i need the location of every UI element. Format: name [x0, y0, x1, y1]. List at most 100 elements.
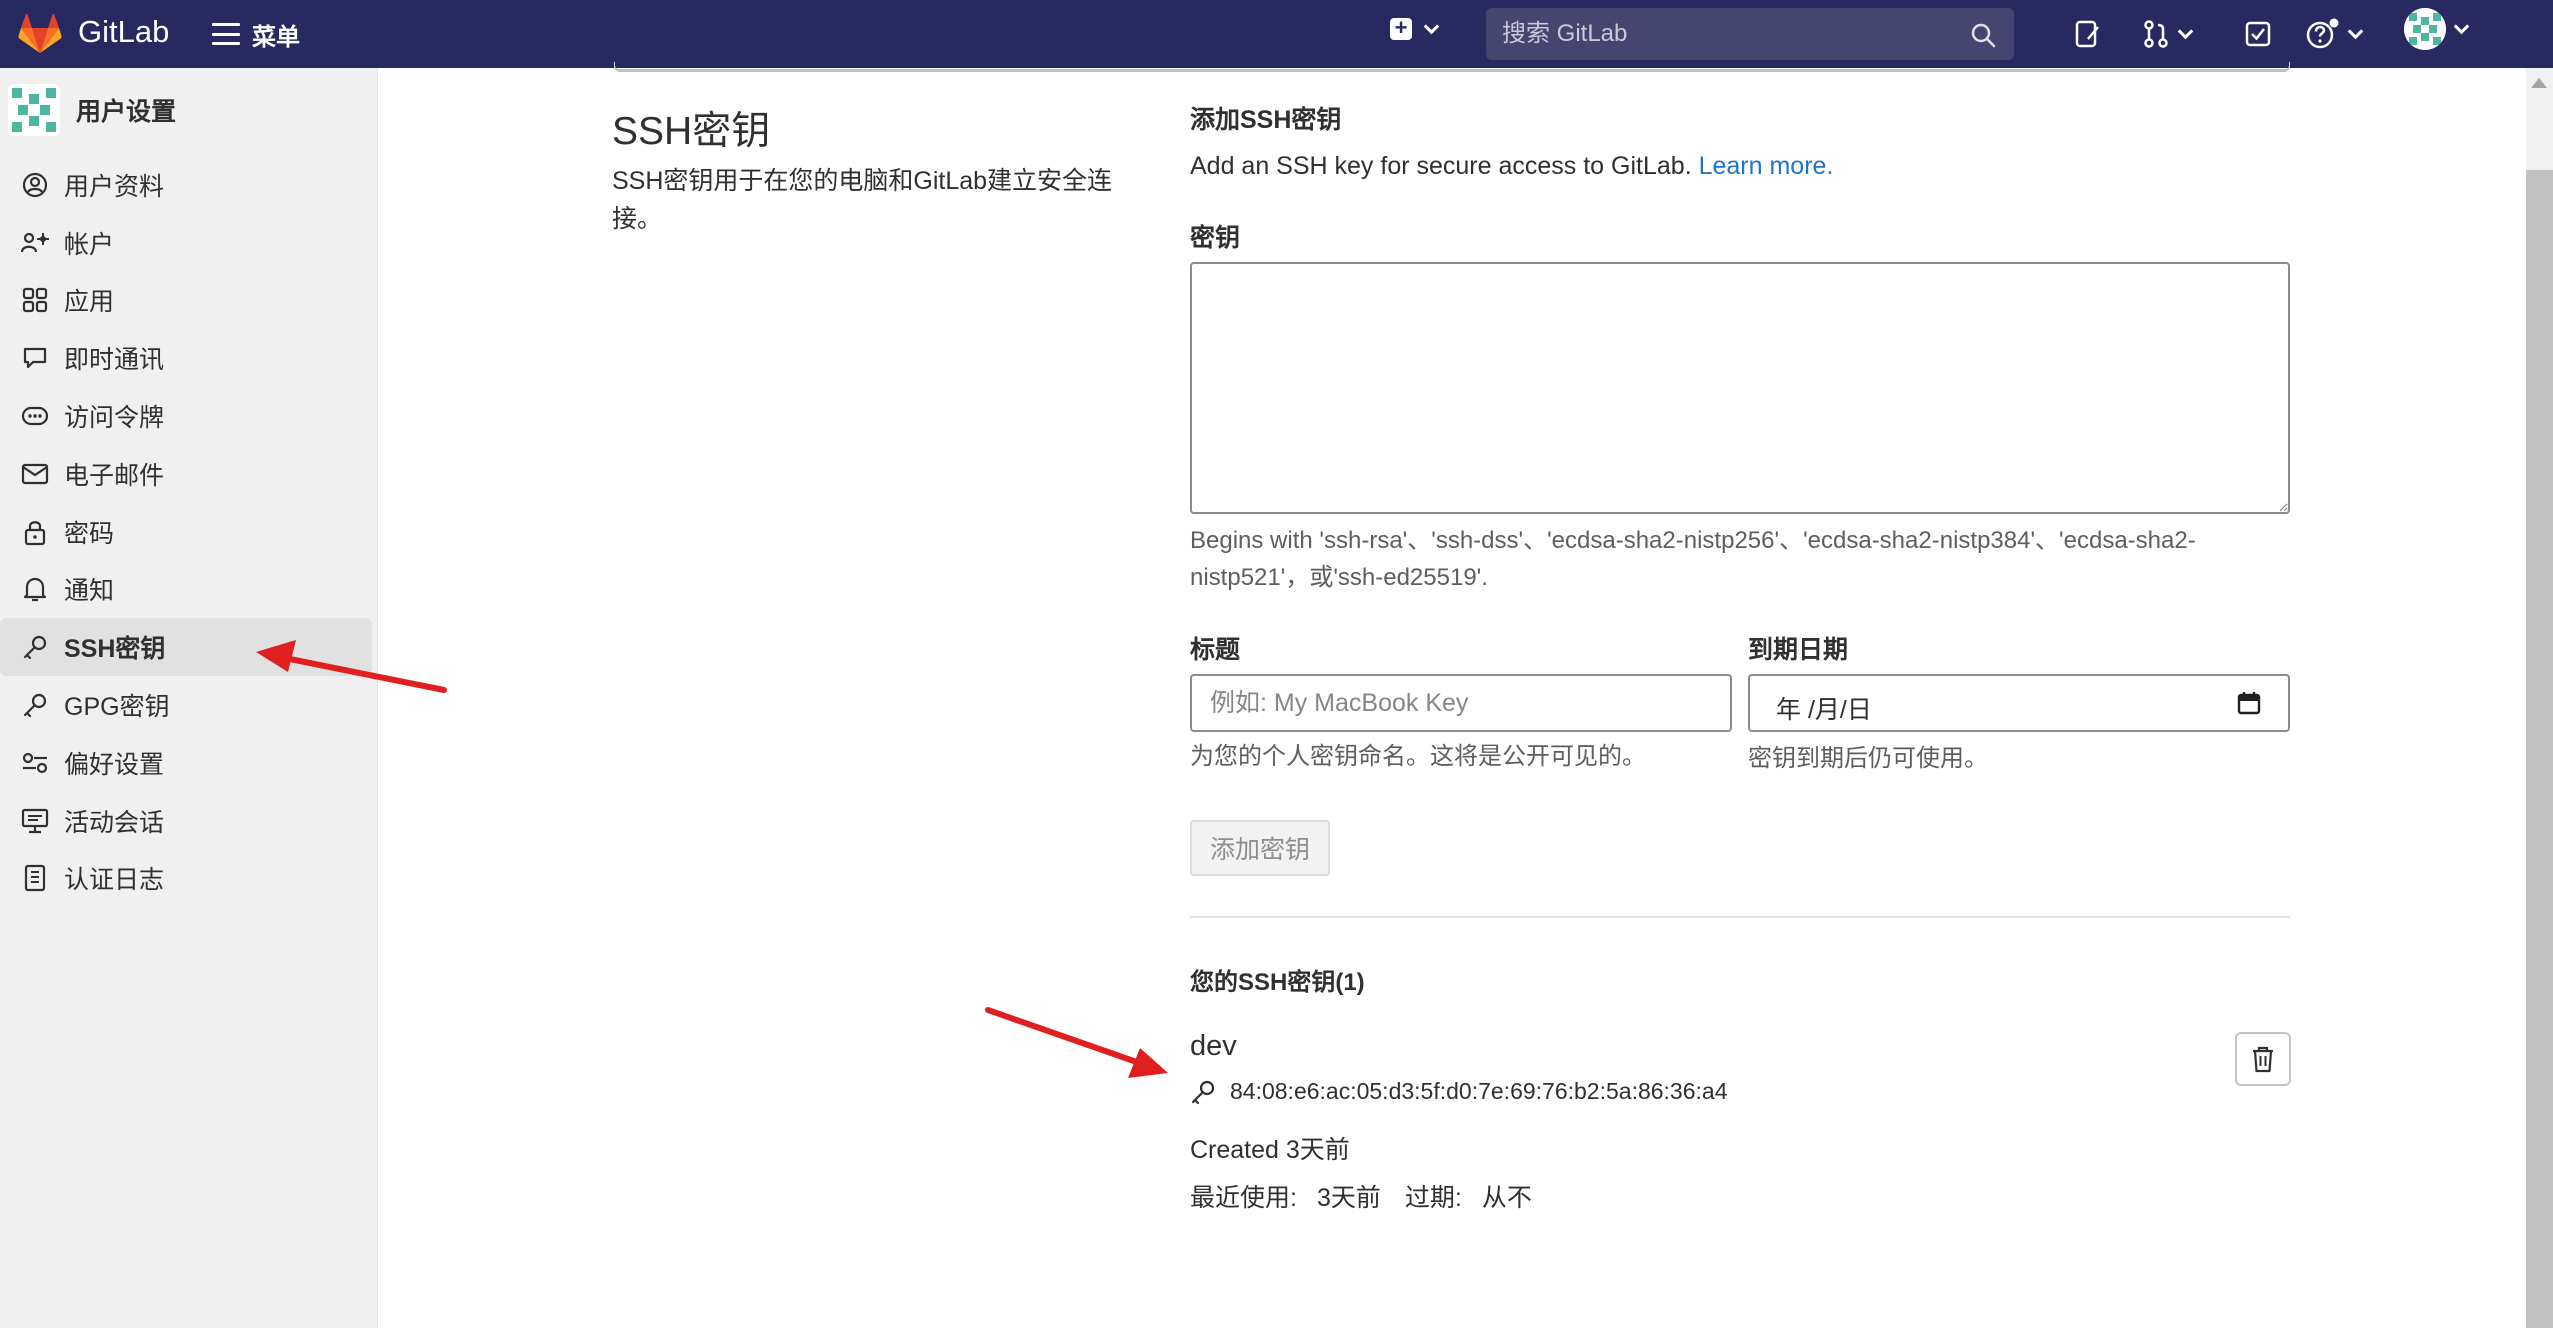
sidebar-item-account[interactable]: 帐户 [0, 214, 378, 272]
chat-icon [20, 343, 50, 373]
ssh-key-created: Created 3天前 [1190, 1136, 1350, 1164]
lock-icon [20, 517, 50, 547]
page-scrollbar-thumb[interactable] [2526, 170, 2553, 1328]
ssh-key-usage-row: 最近使用: 3天前 过期: 从不 [1190, 1178, 1532, 1214]
avatar [8, 84, 60, 136]
last-used-label: 最近使用: [1190, 1184, 1297, 1212]
merge-requests-button[interactable] [2142, 18, 2194, 50]
add-key-button[interactable]: 添加密钥 [1190, 820, 1330, 876]
sidebar-title: 用户设置 [76, 98, 177, 126]
key-icon [20, 690, 50, 720]
last-used-value: 3天前 [1316, 1184, 1381, 1212]
help-question-icon [2306, 18, 2339, 49]
sidebar-item-label: 通知 [64, 577, 115, 606]
title-input[interactable] [1192, 676, 1730, 730]
annotation-arrows [256, 640, 1168, 1078]
sidebar-item-label: 应用 [64, 288, 115, 317]
key-icon [20, 632, 50, 662]
settings-sidebar: 用户设置 用户资料 帐户 应用 即时通讯 访问令牌 电子邮件 密码 通知 SSH… [0, 68, 378, 1328]
sidebar-item-label: 即时通讯 [64, 346, 165, 375]
title-field[interactable] [1190, 674, 1732, 732]
user-menu-button[interactable] [2404, 8, 2470, 50]
title-help-text: 为您的个人密钥命名。这将是公开可见的。 [1190, 743, 1646, 770]
merge-request-icon [2144, 20, 2168, 48]
chevron-down-icon [1423, 18, 1440, 34]
sidebar-item-chat[interactable]: 即时通讯 [0, 329, 378, 387]
sidebar-item-active-sessions[interactable]: 活动会话 [0, 792, 378, 850]
menu-label: 菜单 [252, 23, 300, 51]
todo-check-icon [2245, 21, 2271, 47]
sidebar-item-label: GPG密钥 [64, 693, 170, 722]
sidebar-item-notifications[interactable]: 通知 [0, 561, 378, 619]
gitlab-ssh-keys-page: { "navbar": { "brand": "GitLab", "menu_l… [0, 0, 2553, 1328]
sidebar-nav: 用户资料 帐户 应用 即时通讯 访问令牌 电子邮件 密码 通知 SSH密钥 GP… [0, 156, 378, 907]
sidebar-item-access-tokens[interactable]: 访问令牌 [0, 387, 378, 445]
expiry-date-field[interactable]: 年 /月/日 [1748, 674, 2290, 732]
learn-more-link[interactable]: Learn more. [1699, 152, 1834, 180]
sidebar-item-label: 帐户 [64, 230, 115, 259]
monitor-icon [20, 806, 50, 836]
key-label: 密钥 [1190, 224, 1241, 252]
intro-text: Add an SSH key for secure access to GitL… [1190, 152, 1692, 180]
sidebar-item-gpg-keys[interactable]: GPG密钥 [0, 676, 378, 734]
search-box[interactable] [1486, 8, 2014, 60]
sidebar-item-ssh-keys[interactable]: SSH密钥 [0, 618, 372, 677]
annotation-arrow-key [985, 1007, 1168, 1078]
sidebar-item-password[interactable]: 密码 [0, 503, 378, 561]
sidebar-item-applications[interactable]: 应用 [0, 272, 378, 330]
page-description: SSH密钥用于在您的电脑和GitLab建立安全连接。 [612, 167, 1113, 233]
sidebar-item-auth-log[interactable]: 认证日志 [0, 850, 378, 908]
account-icon [20, 228, 50, 258]
calendar-icon[interactable] [2236, 690, 2262, 716]
sidebar-item-label: SSH密钥 [64, 635, 166, 664]
sidebar-item-label: 认证日志 [64, 866, 165, 895]
sidebar-item-label: 电子邮件 [64, 461, 165, 490]
chevron-down-icon [2453, 18, 2470, 34]
new-dropdown-button[interactable]: + [1390, 17, 1440, 40]
your-keys-heading: 您的SSH密钥(1) [1190, 969, 1365, 996]
mail-icon [20, 459, 50, 489]
menu-button[interactable]: 菜单 [212, 16, 300, 52]
chevron-down-icon [2177, 23, 2194, 39]
add-key-heading: 添加SSH密钥 [1190, 106, 1342, 134]
sidebar-header[interactable]: 用户设置 [8, 84, 176, 136]
sidebar-item-label: 用户资料 [64, 172, 165, 201]
key-help-text: Begins with 'ssh-rsa'、'ssh-dss'、'ecdsa-s… [1190, 522, 2300, 596]
sidebar-item-label: 偏好设置 [64, 750, 165, 779]
search-input[interactable] [1486, 8, 2014, 60]
page-title: SSH密钥 [612, 110, 771, 153]
top-navbar: GitLab 菜单 + [0, 0, 2553, 68]
key-textarea[interactable] [1190, 262, 2290, 514]
expiry-label: 到期日期 [1748, 636, 1849, 664]
expires-label: 过期: [1404, 1184, 1462, 1212]
ssh-key-name[interactable]: dev [1190, 1030, 1237, 1063]
help-button[interactable] [2306, 18, 2364, 50]
delete-key-button[interactable] [2235, 1032, 2291, 1086]
issues-button[interactable] [2074, 18, 2102, 50]
todos-button[interactable] [2244, 18, 2272, 50]
hamburger-icon [212, 23, 240, 45]
token-icon [20, 401, 50, 431]
issues-icon [2075, 20, 2099, 48]
gitlab-logo-icon[interactable] [18, 13, 62, 55]
profile-icon [20, 170, 50, 200]
plus-square-icon: + [1390, 17, 1412, 40]
sidebar-item-preferences[interactable]: 偏好设置 [0, 734, 378, 792]
section-divider [1190, 916, 2290, 918]
expiry-help-text: 密钥到期后仍可使用。 [1748, 745, 1988, 772]
avatar [2404, 8, 2446, 50]
scroll-up-arrow-icon[interactable] [2531, 78, 2547, 88]
previous-section-edge [614, 62, 2290, 72]
sidebar-item-emails[interactable]: 电子邮件 [0, 445, 378, 503]
trash-icon [2253, 1046, 2273, 1073]
sidebar-item-profile[interactable]: 用户资料 [0, 156, 378, 214]
preferences-icon [20, 748, 50, 778]
expires-value: 从不 [1481, 1184, 1532, 1212]
key-help-line-1: Begins with 'ssh-rsa'、'ssh-dss'、'ecdsa-s… [1190, 527, 2196, 554]
chevron-down-icon [2347, 23, 2364, 39]
bell-icon [20, 574, 50, 604]
sidebar-item-label: 活动会话 [64, 808, 165, 837]
sidebar-item-label: 密码 [64, 519, 115, 548]
brand-name[interactable]: GitLab [78, 14, 169, 50]
applications-icon [20, 285, 50, 315]
